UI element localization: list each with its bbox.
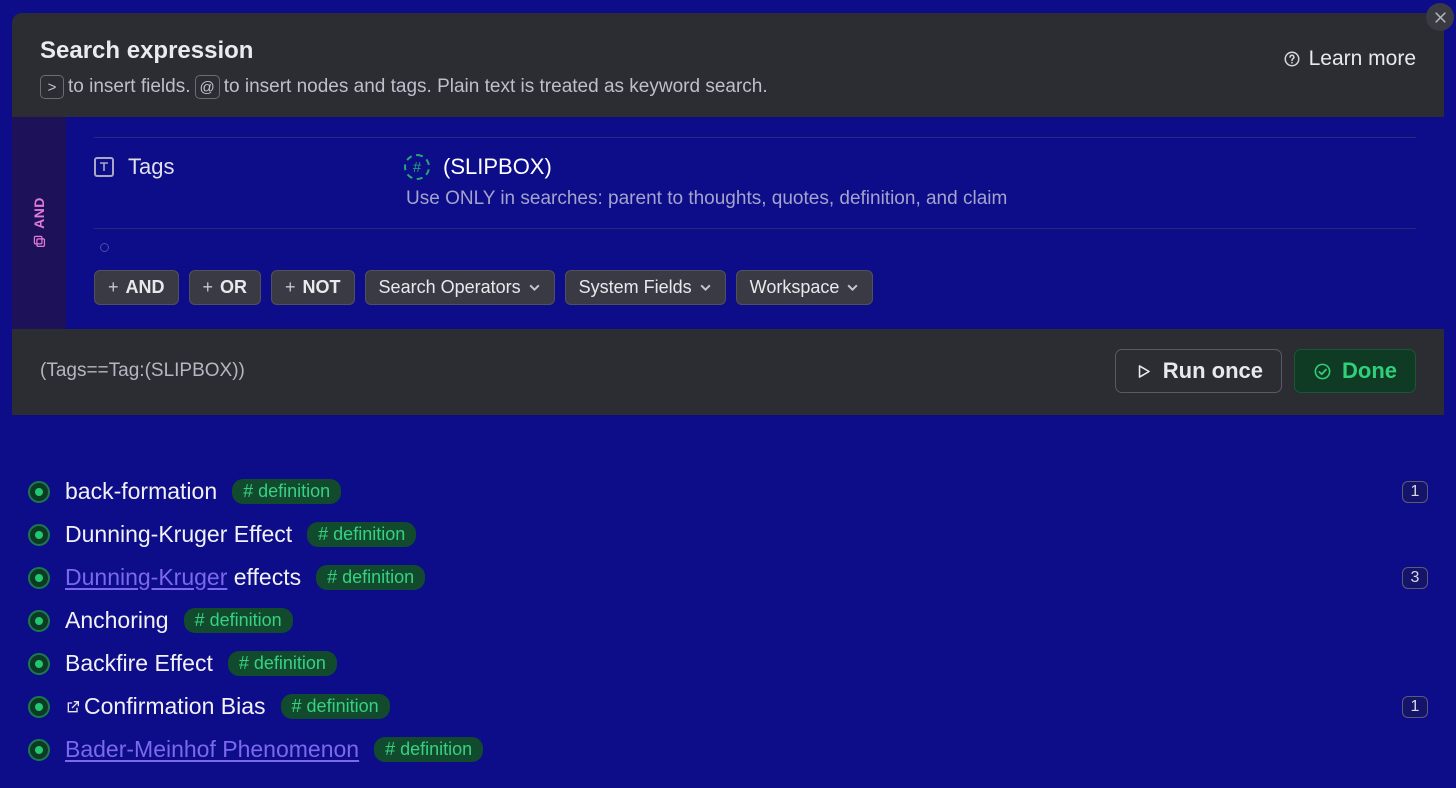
chevron-down-icon <box>528 281 541 294</box>
stack-icon <box>32 234 47 249</box>
text-field-icon <box>94 157 114 177</box>
tag-pill[interactable]: # definition <box>307 522 416 547</box>
result-title: Backfire Effect <box>65 650 213 677</box>
count-badge: 1 <box>1402 481 1428 503</box>
tag-pill[interactable]: # definition <box>232 479 341 504</box>
node-bullet-icon <box>28 524 50 546</box>
list-item[interactable]: Confirmation Bias # definition 1 <box>28 693 1428 720</box>
criteria-area: Tags # (SLIPBOX) Use ONLY in searches: p… <box>66 117 1444 329</box>
result-title-link[interactable]: Dunning-Kruger <box>65 564 227 590</box>
hint-part-nodes: to insert nodes and tags. Plain text is … <box>224 76 768 98</box>
and-gutter[interactable]: AND <box>12 117 66 329</box>
hash-icon: # <box>404 154 430 180</box>
count-badge: 3 <box>1402 567 1428 589</box>
close-button[interactable] <box>1426 3 1454 31</box>
operator-row: +AND +OR +NOT Search Operators System Fi… <box>94 270 1416 305</box>
workspace-dropdown[interactable]: Workspace <box>736 270 874 305</box>
result-title-link[interactable]: Bader-Meinhof Phenomenon <box>65 736 359 762</box>
play-icon <box>1134 362 1153 381</box>
tag-pill[interactable]: # definition <box>374 737 483 762</box>
tag-pill[interactable]: # definition <box>281 694 390 719</box>
search-operators-dropdown[interactable]: Search Operators <box>365 270 555 305</box>
field-label-text: Tags <box>128 154 174 180</box>
system-fields-dropdown[interactable]: System Fields <box>565 270 726 305</box>
key-at: @ <box>195 75 220 99</box>
plus-icon: + <box>285 277 296 298</box>
node-bullet-icon <box>28 481 50 503</box>
empty-criteria-row[interactable] <box>94 229 1416 270</box>
result-title: Anchoring <box>65 607 169 634</box>
modal-title: Search expression <box>40 37 1283 65</box>
plus-icon: + <box>203 277 214 298</box>
hint-text: > to insert fields. @ to insert nodes an… <box>40 75 1283 99</box>
results-list: back-formation # definition 1 Dunning-Kr… <box>28 478 1428 763</box>
result-title: Dunning-Kruger Effect <box>65 521 292 548</box>
learn-more-label: Learn more <box>1309 47 1416 71</box>
expression-text: (Tags==Tag:(SLIPBOX)) <box>40 360 245 382</box>
modal-header: Search expression > to insert fields. @ … <box>12 13 1444 117</box>
hint-part-fields: to insert fields. <box>68 76 191 98</box>
plus-icon: + <box>108 277 119 298</box>
empty-bullet-icon <box>100 243 109 252</box>
external-link-icon <box>65 699 81 715</box>
help-icon <box>1283 50 1301 68</box>
count-badge: 1 <box>1402 696 1428 718</box>
add-not-button[interactable]: +NOT <box>271 270 355 305</box>
done-button[interactable]: Done <box>1294 349 1416 393</box>
list-item[interactable]: Backfire Effect # definition <box>28 650 1428 677</box>
key-gt: > <box>40 75 64 99</box>
list-item[interactable]: Bader-Meinhof Phenomenon # definition <box>28 736 1428 763</box>
list-item[interactable]: Anchoring # definition <box>28 607 1428 634</box>
node-bullet-icon <box>28 696 50 718</box>
field-label: Tags <box>94 154 404 180</box>
tag-pill[interactable]: # definition <box>228 651 337 676</box>
gutter-label: AND <box>31 197 47 229</box>
modal-body: AND Tags # (SLIPBOX) Use ONLY in searche… <box>12 117 1444 329</box>
add-or-button[interactable]: +OR <box>189 270 262 305</box>
result-title: Confirmation Bias <box>65 693 266 720</box>
criteria-row-tags[interactable]: Tags # (SLIPBOX) Use ONLY in searches: p… <box>94 137 1416 229</box>
chevron-down-icon <box>699 281 712 294</box>
node-bullet-icon <box>28 739 50 761</box>
result-title: back-formation <box>65 478 217 505</box>
run-once-button[interactable]: Run once <box>1115 349 1282 393</box>
list-item[interactable]: back-formation # definition 1 <box>28 478 1428 505</box>
node-bullet-icon <box>28 610 50 632</box>
list-item[interactable]: Dunning-Kruger effects # definition 3 <box>28 564 1428 591</box>
tag-name: (SLIPBOX) <box>443 154 552 180</box>
learn-more-link[interactable]: Learn more <box>1283 47 1416 71</box>
chevron-down-icon <box>846 281 859 294</box>
result-title: Bader-Meinhof Phenomenon <box>65 736 359 763</box>
search-expression-modal: Search expression > to insert fields. @ … <box>12 13 1444 415</box>
tag-pill[interactable]: # definition <box>184 608 293 633</box>
check-circle-icon <box>1313 362 1332 381</box>
tag-description: Use ONLY in searches: parent to thoughts… <box>406 188 1007 210</box>
add-and-button[interactable]: +AND <box>94 270 179 305</box>
close-icon <box>1433 10 1448 25</box>
tag-pill[interactable]: # definition <box>316 565 425 590</box>
list-item[interactable]: Dunning-Kruger Effect # definition <box>28 521 1428 548</box>
result-title: Dunning-Kruger effects <box>65 564 301 591</box>
node-bullet-icon <box>28 653 50 675</box>
modal-footer: (Tags==Tag:(SLIPBOX)) Run once Done <box>12 329 1444 415</box>
node-bullet-icon <box>28 567 50 589</box>
